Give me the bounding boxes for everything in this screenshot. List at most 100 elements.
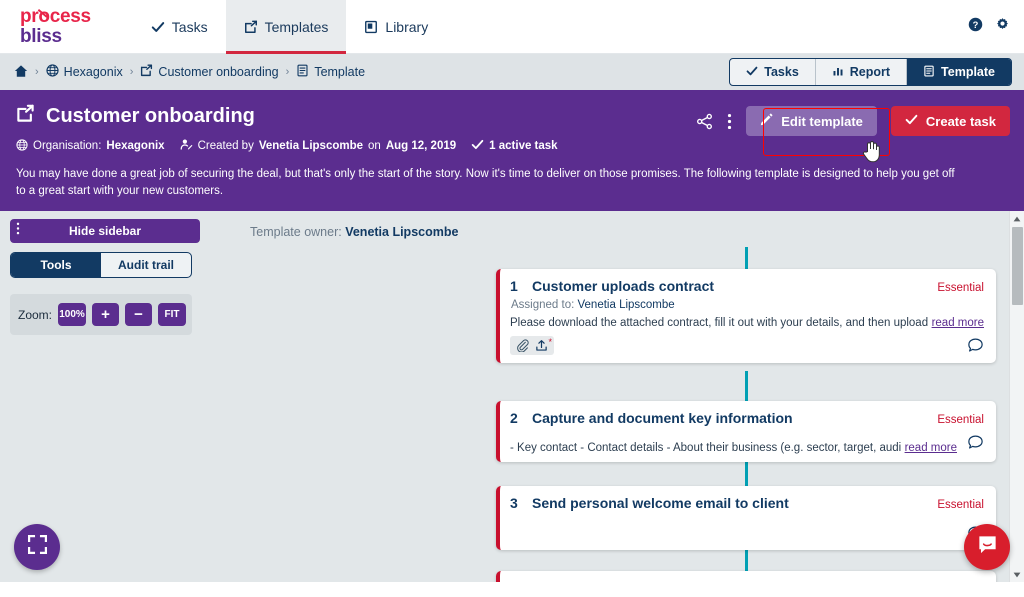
view-switch-tasks[interactable]: Tasks (730, 59, 816, 85)
document-icon (923, 65, 935, 80)
template-canvas[interactable]: Template owner: Venetia Lipscombe 1 Cust… (240, 211, 1024, 583)
template-meta: Organisation: Hexagonix Created by Venet… (16, 138, 1008, 154)
template-icon (16, 104, 35, 128)
caret-down-icon[interactable] (1010, 567, 1024, 582)
template-owner-value: Venetia Lipscombe (345, 225, 459, 240)
top-right-actions: ? (968, 17, 1010, 37)
vertical-scrollbar[interactable] (1009, 211, 1024, 583)
globe-icon (46, 64, 59, 80)
flow-connector-1 (745, 371, 748, 402)
zoom-fit-button[interactable]: FIT (158, 303, 187, 327)
scrollbar-thumb[interactable] (1012, 227, 1023, 306)
upload-icon[interactable]: * (535, 337, 552, 352)
nav-tab-tasks-label: Tasks (171, 18, 208, 35)
template-owner: Template owner: Venetia Lipscombe (250, 225, 1024, 239)
comment-bubble-icon[interactable] (967, 434, 984, 451)
task-title: Send personal welcome email to client (532, 495, 789, 512)
task-card-footer (510, 525, 984, 542)
caret-up-icon[interactable] (1010, 211, 1024, 226)
breadcrumb-label-hexagonix: Hexagonix (63, 65, 123, 79)
active-tasks-group: 1 active task (471, 138, 558, 154)
task-description: - Key contact - Contact details - About … (510, 442, 901, 455)
template-header: Customer onboarding Organisation: Hexago… (0, 90, 1024, 212)
zoom-in-button[interactable]: + (92, 303, 120, 327)
organisation-label: Organisation: (33, 140, 102, 152)
sidebar-tab-audit-trail[interactable]: Audit trail (101, 253, 191, 277)
share-icon[interactable] (696, 113, 713, 130)
sidebar-tab-audit-trail-label: Audit trail (118, 258, 174, 273)
pencil-icon (760, 113, 773, 129)
task-attachments[interactable]: * (510, 336, 554, 356)
task-card[interactable]: 1 Customer uploads contract Essential As… (496, 269, 996, 364)
view-switch-report[interactable]: Report (816, 59, 908, 85)
page-title: Customer onboarding (46, 104, 255, 127)
zoom-out-button[interactable]: − (125, 303, 153, 327)
library-icon (364, 20, 378, 34)
task-description: Please download the attached contract, f… (510, 317, 928, 330)
task-assignee-name: Venetia Lipscombe (577, 299, 675, 312)
drag-dots-icon (16, 222, 20, 240)
create-task-button[interactable]: Create task (890, 106, 1010, 136)
gear-icon[interactable] (995, 17, 1010, 37)
breadcrumb-item-hexagonix[interactable]: Hexagonix (46, 64, 123, 80)
template-owner-label: Template owner: (250, 225, 342, 240)
hide-sidebar-button[interactable]: Hide sidebar (10, 219, 200, 244)
task-card-partial[interactable] (496, 571, 996, 583)
sidebar-tab-tools-label: Tools (40, 258, 72, 273)
view-switch-template-label: Template (941, 65, 995, 79)
fullscreen-icon (27, 534, 48, 560)
view-switch-template[interactable]: Template (907, 59, 1011, 85)
breadcrumb-separator-1: › (35, 66, 39, 78)
task-assignee-label: Assigned to: (511, 299, 575, 312)
top-navigation-bar: process bliss Tasks Templates Library ? (0, 0, 1024, 54)
task-assignee: Assigned to: Venetia Lipscombe (511, 299, 984, 311)
breadcrumb-home[interactable] (14, 64, 28, 81)
task-number: 1 (510, 278, 518, 295)
user-pen-icon (180, 138, 193, 154)
flow-connector-0 (745, 247, 748, 270)
create-task-label: Create task (925, 113, 996, 129)
nav-tab-library[interactable]: Library (346, 0, 446, 54)
nav-tab-tasks[interactable]: Tasks (133, 0, 226, 54)
created-date: Aug 12, 2019 (385, 140, 457, 152)
breadcrumb-item-template[interactable]: Template (296, 64, 365, 80)
task-card-header: 2 Capture and document key information E… (510, 410, 984, 426)
check-icon (471, 138, 484, 154)
edit-template-button[interactable]: Edit template (746, 106, 877, 136)
created-on-label: on (368, 140, 381, 152)
zoom-fit-label: FIT (164, 309, 180, 321)
task-card-header: 1 Customer uploads contract Essential (510, 278, 984, 294)
check-icon (905, 113, 918, 129)
chat-bubble-smile-icon (976, 533, 999, 561)
read-more-link[interactable]: read more (905, 442, 957, 454)
check-icon (151, 20, 165, 34)
status-badge: Essential (937, 499, 984, 512)
sidebar-tab-tools[interactable]: Tools (11, 253, 101, 278)
task-description-row: Please download the attached contract, f… (510, 317, 984, 329)
task-card-footer: * (510, 336, 984, 356)
view-switch-tasks-label: Tasks (764, 65, 799, 79)
logo-text-part2: cess (49, 6, 91, 28)
kebab-menu-icon[interactable] (727, 113, 732, 130)
app-logo[interactable]: process bliss (20, 7, 91, 46)
read-more-link[interactable]: read more (932, 317, 984, 329)
breadcrumb-item-customer-onboarding[interactable]: Customer onboarding (140, 64, 279, 80)
svg-text:?: ? (973, 19, 979, 29)
task-card[interactable]: 3 Send personal welcome email to client … (496, 486, 996, 551)
task-title: Customer uploads contract (532, 278, 715, 295)
zoom-level-button[interactable]: 100% (58, 303, 87, 327)
task-card[interactable]: 2 Capture and document key information E… (496, 401, 996, 463)
active-tasks-count: 1 active task (489, 140, 558, 152)
creator-name: Venetia Lipscombe (258, 140, 364, 152)
status-badge: Essential (937, 414, 984, 427)
check-icon (746, 65, 758, 80)
nav-tab-templates[interactable]: Templates (225, 0, 347, 54)
task-number: 3 (510, 495, 518, 512)
help-circle-icon[interactable]: ? (968, 17, 983, 37)
logo-text-line2: bliss (20, 25, 62, 47)
edit-template-label: Edit template (781, 113, 863, 129)
comment-bubble-icon[interactable] (967, 337, 984, 354)
view-switch: Tasks Report Template (729, 58, 1012, 86)
breadcrumb-label-template: Template (314, 65, 366, 79)
paperclip-icon[interactable] (516, 339, 529, 353)
